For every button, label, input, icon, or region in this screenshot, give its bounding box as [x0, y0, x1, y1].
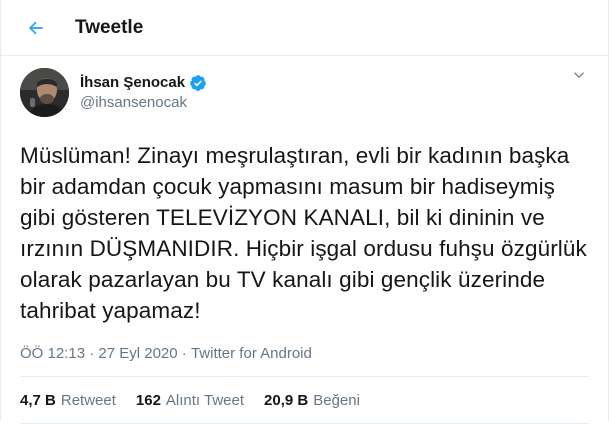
- tweet-author: İhsan Şenocak @ihsansenocak: [1, 56, 608, 128]
- quote-tweet-count[interactable]: 162 Alıntı Tweet: [136, 392, 244, 409]
- tweet-meta: ÖÖ 12:13 · 27 Eyl 2020 · Twitter for And…: [20, 340, 589, 377]
- name-row: İhsan Şenocak: [80, 74, 207, 92]
- stat-count: 20,9 B: [264, 391, 309, 409]
- stat-label: Alıntı Tweet: [165, 391, 245, 409]
- author-handle[interactable]: @ihsansenocak: [80, 94, 207, 111]
- tweet-date[interactable]: 27 Eyl 2020: [98, 345, 177, 362]
- back-button[interactable]: [19, 11, 53, 45]
- meta-separator: ·: [181, 344, 187, 362]
- stat-count: 4,7 B: [20, 391, 56, 409]
- stat-label: Beğeni: [313, 391, 360, 409]
- tweet-time[interactable]: ÖÖ 12:13: [20, 345, 85, 362]
- stat-count: 162: [135, 391, 161, 409]
- page-header: Tweetle: [1, 0, 608, 56]
- avatar[interactable]: [20, 67, 69, 117]
- author-names: İhsan Şenocak @ihsansenocak: [80, 74, 207, 111]
- author-name[interactable]: İhsan Şenocak: [80, 74, 185, 91]
- tweet-page: Tweetle İhsan Şenocak @ihsansenocak Müsl…: [0, 0, 609, 424]
- chevron-down-icon: [574, 72, 584, 79]
- meta-separator: ·: [89, 344, 95, 362]
- retweet-count[interactable]: 4,7 B Retweet: [20, 392, 116, 409]
- more-menu-button[interactable]: [568, 64, 590, 86]
- stat-label: Retweet: [60, 391, 116, 409]
- tweet-stats: 4,7 B Retweet 162 Alıntı Tweet 20,9 B Be…: [20, 377, 589, 424]
- like-count[interactable]: 20,9 B Beğeni: [264, 392, 360, 409]
- arrow-left-icon: [29, 21, 43, 34]
- page-title: Tweetle: [75, 16, 144, 38]
- avatar-image: [20, 67, 69, 117]
- tweet-source[interactable]: Twitter for Android: [191, 345, 312, 362]
- verified-badge-icon: [190, 74, 206, 91]
- tweet-text: Müslüman! Zinayı meşrulaştıran, evli bir…: [20, 143, 587, 323]
